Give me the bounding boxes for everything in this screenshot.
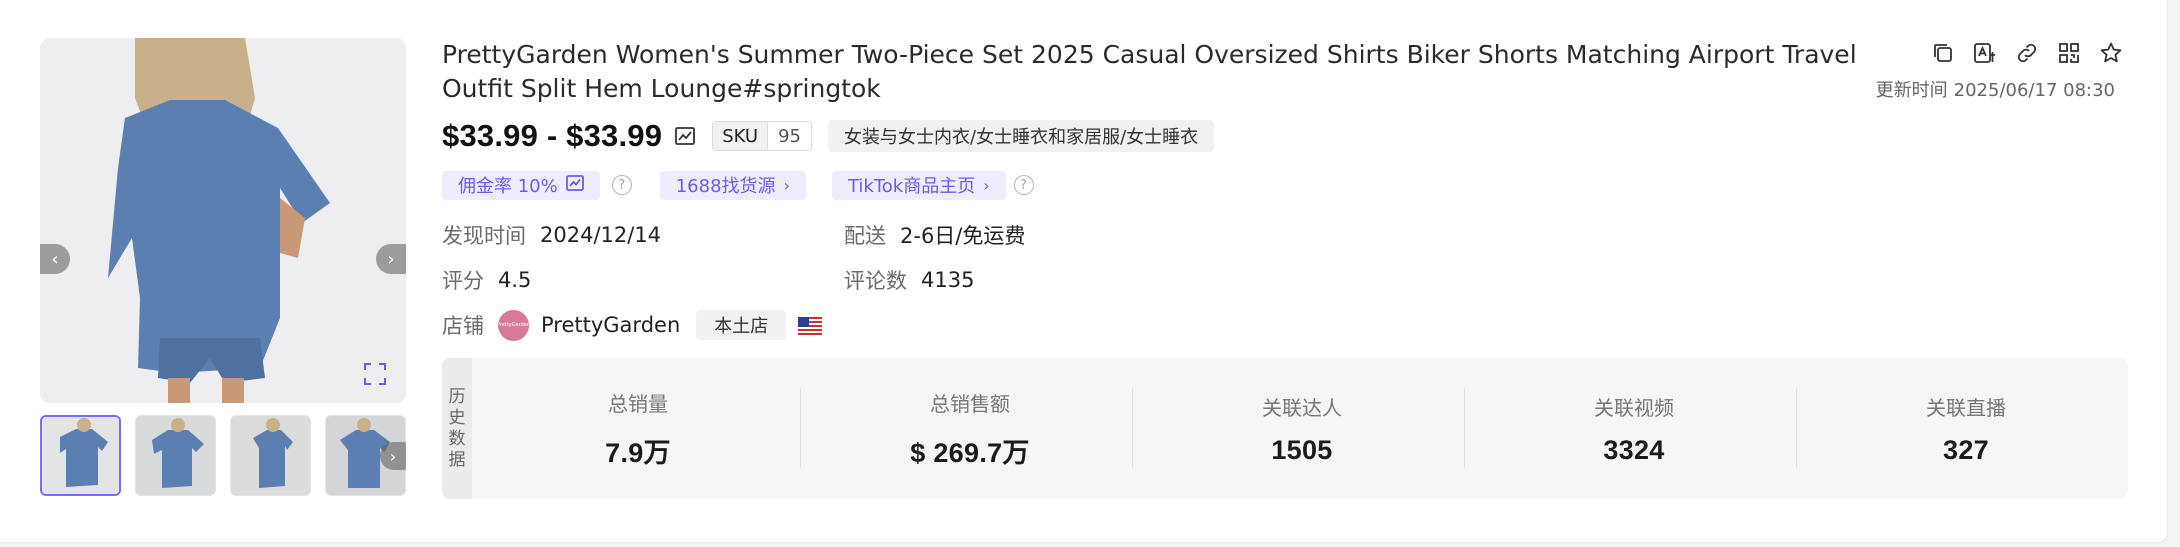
shipping-label: 配送	[844, 224, 886, 248]
copy-icon[interactable]	[1928, 38, 1958, 68]
source-1688-link[interactable]: 1688找货源 ›	[659, 170, 806, 200]
store-label: 店铺	[442, 314, 484, 338]
stats-section-label: 历 史 数 据	[442, 358, 472, 499]
tiktok-home-label: TikTok商品主页	[847, 176, 976, 197]
tiktok-home-link[interactable]: TikTok商品主页 ›	[831, 170, 1006, 200]
source-1688-label: 1688找货源	[675, 176, 776, 197]
rating-value: 4.5	[498, 268, 532, 292]
shipping-value: 2-6日/免运费	[900, 224, 1026, 248]
sku-badge: SKU 95	[712, 121, 813, 151]
category-badge: 女装与女士内衣/女士睡衣和家居服/女士睡衣	[828, 120, 1215, 152]
chevron-right-icon: ›	[983, 175, 990, 195]
rating: 评分 4.5	[442, 265, 531, 295]
store-row: 店铺 PrettyGarden PrettyGarden 本土店	[442, 309, 823, 341]
thumbnail-3[interactable]	[230, 415, 311, 496]
commission-label: 佣金率 10%	[458, 176, 558, 197]
reviews: 评论数 4135	[844, 265, 974, 295]
chevron-right-icon: ›	[387, 248, 395, 270]
updated-value: 2025/06/17 08:30	[1953, 80, 2115, 101]
product-photo	[40, 38, 406, 403]
tags-row: 佣金率 10% ? 1688找货源 › TikTok商品主页 › ?	[442, 170, 1034, 200]
product-card: ‹ › › PrettyGarden Women's Summer Two-Pi…	[0, 0, 2168, 543]
stat-videos: 关联视频 3324	[1594, 395, 1674, 465]
discover-label: 发现时间	[442, 224, 526, 248]
product-main-image[interactable]: ‹ ›	[40, 38, 406, 403]
next-image-button[interactable]: ›	[376, 244, 406, 274]
chevron-right-icon: ›	[389, 446, 397, 466]
discover-value: 2024/12/14	[540, 223, 662, 247]
sku-value: 95	[778, 125, 802, 147]
star-icon[interactable]	[2096, 38, 2126, 68]
thumbnail-2[interactable]	[135, 415, 216, 496]
stat-total-revenue: 总销售额 $ 269.7万	[910, 391, 1030, 468]
discover-time: 发现时间 2024/12/14	[442, 220, 661, 250]
store-type-badge: 本土店	[696, 310, 787, 340]
store-logo[interactable]: PrettyGarden	[497, 309, 530, 341]
reviews-label: 评论数	[844, 269, 907, 293]
sku-label: SKU	[713, 122, 769, 150]
stat-total-sales: 总销量 7.9万	[605, 391, 671, 468]
chevron-left-icon: ‹	[51, 248, 59, 270]
action-bar	[1928, 38, 2126, 68]
chevron-right-icon: ›	[783, 175, 790, 195]
trend-chart-icon	[565, 174, 584, 196]
link-icon[interactable]	[2012, 38, 2042, 68]
product-title[interactable]: PrettyGarden Women's Summer Two-Piece Se…	[442, 38, 1882, 106]
price-chart-icon[interactable]	[674, 125, 696, 147]
help-icon[interactable]: ?	[611, 175, 632, 195]
store-name[interactable]: PrettyGarden	[541, 313, 680, 337]
price-range: $33.99 - $33.99	[442, 118, 663, 153]
translate-icon[interactable]	[1970, 38, 2000, 68]
commission-tag[interactable]: 佣金率 10%	[442, 170, 600, 200]
thumbnail-1[interactable]	[40, 415, 121, 496]
updated-label: 更新时间	[1875, 80, 1948, 101]
history-stats-panel: 历 史 数 据 总销量 7.9万 总销售额 $ 269.7万 关联达人 1505…	[442, 358, 2128, 499]
us-flag-icon	[798, 316, 823, 335]
expand-icon[interactable]	[364, 363, 386, 385]
qrcode-icon[interactable]	[2054, 38, 2084, 68]
stat-livestreams: 关联直播 327	[1926, 395, 2006, 465]
help-icon[interactable]: ?	[1013, 175, 1034, 195]
reviews-value: 4135	[921, 268, 975, 292]
thumbnails-next-button[interactable]: ›	[380, 442, 406, 470]
prev-image-button[interactable]: ‹	[40, 244, 70, 274]
stat-creators: 关联达人 1505	[1262, 395, 1342, 465]
rating-label: 评分	[442, 269, 484, 293]
price-row: $33.99 - $33.99 SKU 95 女装与女士内衣/女士睡衣和家居服/…	[442, 116, 1215, 156]
thumbnail-strip: ›	[40, 415, 406, 496]
shipping: 配送 2-6日/免运费	[844, 220, 1025, 250]
updated-time: 更新时间 2025/06/17 08:30	[1870, 76, 2115, 102]
